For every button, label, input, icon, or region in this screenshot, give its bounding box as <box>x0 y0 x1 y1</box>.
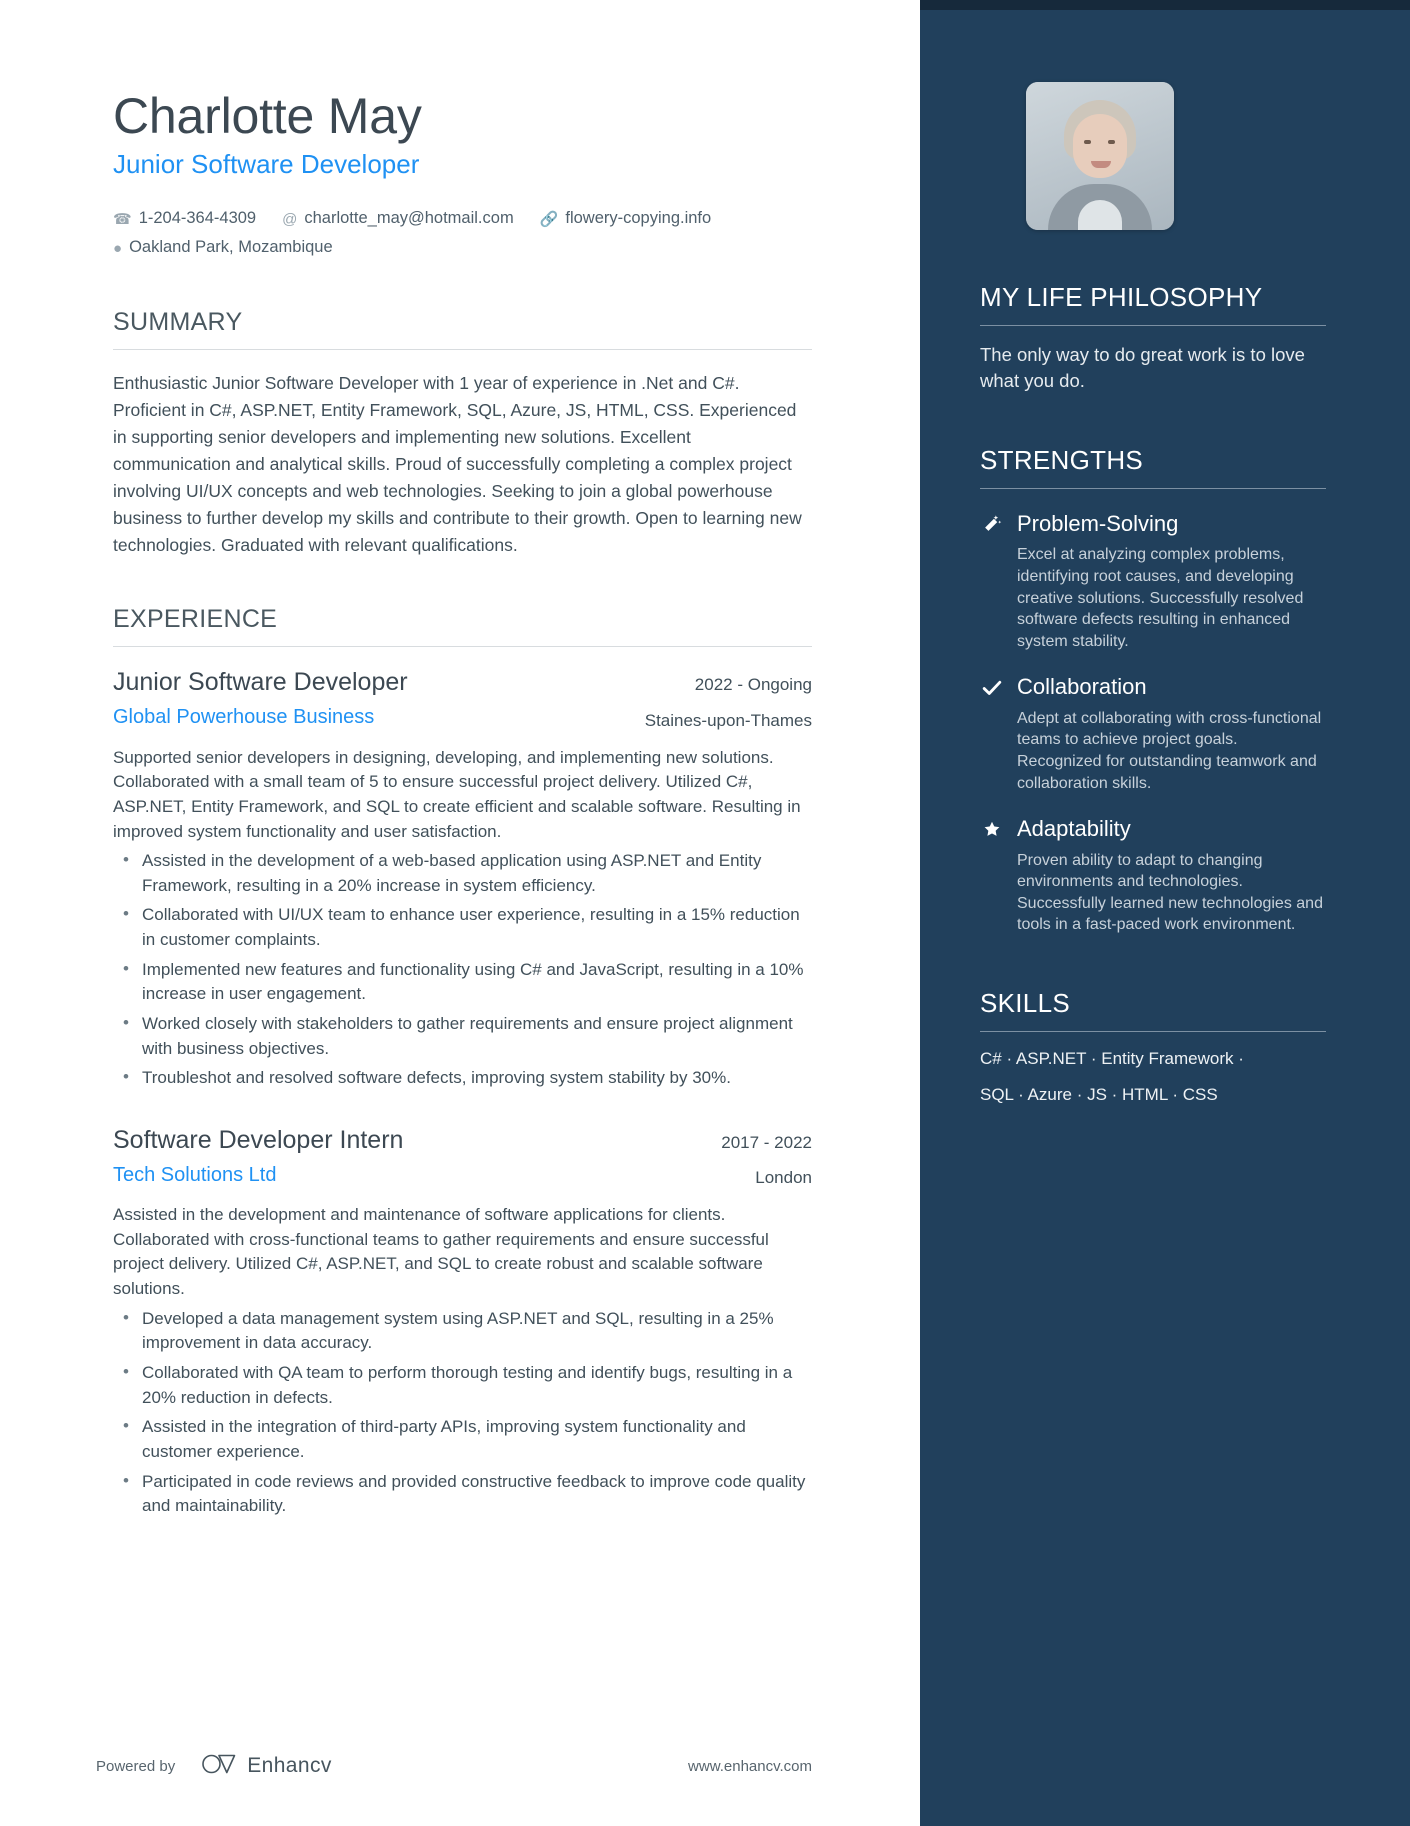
experience-entry-right: 2017 - 2022 London <box>644 1125 812 1189</box>
experience-heading: EXPERIENCE <box>113 605 278 634</box>
strength-item: Adaptability Proven ability to adapt to … <box>980 816 1326 936</box>
strength-name: Problem-Solving <box>1017 511 1179 537</box>
avatar-wrapper <box>980 82 1326 230</box>
page-title: Charlotte May <box>113 88 422 144</box>
strengths-heading: STRENGTHS <box>980 445 1144 476</box>
strength-item: Problem-Solving Excel at analyzing compl… <box>980 511 1326 652</box>
header-block: Charlotte May Junior Software Developer … <box>113 88 812 262</box>
at-icon: @ <box>282 210 298 228</box>
strength-item: Collaboration Adept at collaborating wit… <box>980 674 1326 794</box>
job-dates: 2022 - Ongoing <box>694 675 812 695</box>
contact-location: ● Oakland Park, Mozambique <box>113 233 333 262</box>
summary-heading: SUMMARY <box>113 307 243 336</box>
strength-name: Collaboration <box>1017 674 1147 700</box>
footer-left: Powered by Enhancv <box>96 1753 332 1779</box>
job-description: Supported senior developers in designing… <box>113 747 801 841</box>
job-dates: 2017 - 2022 <box>721 1132 812 1152</box>
experience-entry: Software Developer Intern Tech Solutions… <box>113 1125 812 1519</box>
contact-block: ☎ 1-204-364-4309 @ charlotte_may@hotmail… <box>113 204 812 262</box>
job-title: Junior Software Developer <box>113 668 408 697</box>
job-bullet: Assisted in the integration of third-par… <box>113 1414 812 1464</box>
job-bullet-list: Assisted in the development of a web-bas… <box>113 848 812 1091</box>
avatar-eye-left <box>1084 140 1091 144</box>
sidebar: MY LIFE PHILOSOPHY The only way to do gr… <box>920 0 1410 1826</box>
skills-line: C# · ASP.NET · Entity Framework · <box>980 1048 1244 1068</box>
job-description: Assisted in the development and maintena… <box>113 1205 769 1299</box>
experience-entry-left: Software Developer Intern Tech Solutions… <box>113 1125 644 1188</box>
job-role-subtitle: Junior Software Developer <box>113 149 420 179</box>
skills-divider <box>980 1030 1326 1032</box>
job-location: London <box>755 1168 812 1188</box>
skills-list: C# · ASP.NET · Entity Framework · SQL · … <box>980 1048 1326 1107</box>
job-title: Software Developer Intern <box>113 1125 404 1154</box>
contact-location-value: Oakland Park, Mozambique <box>129 237 333 256</box>
check-icon <box>980 676 1004 700</box>
job-bullet: Developed a data management system using… <box>113 1306 812 1356</box>
phone-icon: ☎ <box>113 210 132 228</box>
avatar <box>1026 82 1174 230</box>
philosophy-divider <box>980 325 1326 326</box>
enhancv-wordmark: Enhancv <box>247 1754 332 1777</box>
strengths-divider <box>980 488 1326 490</box>
strength-name: Adaptability <box>1017 816 1131 842</box>
map-pin-icon: ● <box>113 239 123 257</box>
section-experience: EXPERIENCE Junior Software Developer Glo… <box>113 605 812 1518</box>
philosophy-heading: MY LIFE PHILOSOPHY <box>980 282 1263 312</box>
footer-url[interactable]: www.enhancv.com <box>688 1758 812 1775</box>
magic-wand-icon <box>980 512 1004 536</box>
strength-header: Adaptability <box>980 816 1326 842</box>
job-company[interactable]: Global Powerhouse Business <box>113 704 626 730</box>
link-icon: 🔗 <box>539 210 559 228</box>
contact-website-value: flowery-copying.info <box>565 208 712 227</box>
page-footer: Powered by Enhancv www.enhancv.com <box>96 1746 812 1786</box>
experience-entry-header: Software Developer Intern Tech Solutions… <box>113 1125 812 1189</box>
star-icon <box>980 817 1004 841</box>
job-location: Staines-upon-Thames <box>644 710 812 730</box>
summary-text: Enthusiastic Junior Software Developer w… <box>113 372 802 556</box>
section-philosophy: MY LIFE PHILOSOPHY The only way to do gr… <box>980 282 1326 393</box>
summary-divider <box>113 348 812 350</box>
strength-header: Problem-Solving <box>980 511 1326 537</box>
strength-description: Excel at analyzing complex problems, ide… <box>1017 546 1304 650</box>
job-bullet: Worked closely with stakeholders to gath… <box>113 1011 812 1061</box>
job-bullet: Collaborated with UI/UX team to enhance … <box>113 902 812 952</box>
contact-email[interactable]: @ charlotte_may@hotmail.com <box>282 204 514 233</box>
enhancv-brand[interactable]: Enhancv <box>201 1753 332 1779</box>
job-bullet-list: Developed a data management system using… <box>113 1306 812 1519</box>
experience-entry: Junior Software Developer Global Powerho… <box>113 667 812 1091</box>
job-company[interactable]: Tech Solutions Ltd <box>113 1162 626 1188</box>
section-skills: SKILLS C# · ASP.NET · Entity Framework ·… <box>980 988 1326 1107</box>
job-bullet: Participated in code reviews and provide… <box>113 1469 812 1519</box>
skills-line: SQL · Azure · JS · HTML · CSS <box>980 1084 1218 1104</box>
contact-phone-value: 1-204-364-4309 <box>138 208 257 227</box>
experience-entry-right: 2022 - Ongoing Staines-upon-Thames <box>644 667 812 731</box>
experience-entry-left: Junior Software Developer Global Powerho… <box>113 667 644 730</box>
contact-email-value: charlotte_may@hotmail.com <box>304 208 514 227</box>
section-strengths: STRENGTHS Problem-Solving Excel at analy… <box>980 445 1326 936</box>
contact-phone[interactable]: ☎ 1-204-364-4309 <box>113 204 256 233</box>
skills-heading: SKILLS <box>980 987 1070 1018</box>
job-bullet: Troubleshot and resolved software defect… <box>113 1065 812 1091</box>
strength-header: Collaboration <box>980 674 1326 700</box>
avatar-eye-right <box>1108 140 1115 144</box>
contact-row-1: ☎ 1-204-364-4309 @ charlotte_may@hotmail… <box>113 204 812 233</box>
contact-website[interactable]: 🔗 flowery-copying.info <box>540 204 712 233</box>
job-bullet: Assisted in the development of a web-bas… <box>113 848 812 898</box>
avatar-face <box>1073 114 1127 178</box>
strength-description: Adept at collaborating with cross-functi… <box>1017 709 1322 792</box>
powered-by-label: Powered by <box>96 1757 176 1775</box>
enhancv-logo-icon <box>201 1753 237 1779</box>
job-bullet: Collaborated with QA team to perform tho… <box>113 1360 812 1410</box>
main-column: Charlotte May Junior Software Developer … <box>0 0 920 1826</box>
resume-page: Charlotte May Junior Software Developer … <box>0 0 1410 1826</box>
strength-description: Proven ability to adapt to changing envi… <box>1017 851 1323 934</box>
experience-divider <box>113 646 812 648</box>
section-summary: SUMMARY Enthusiastic Junior Software Dev… <box>113 308 812 560</box>
job-bullet: Implemented new features and functionali… <box>113 957 812 1007</box>
philosophy-quote: The only way to do great work is to love… <box>980 344 1305 391</box>
contact-row-2: ● Oakland Park, Mozambique <box>113 233 812 262</box>
experience-entry-header: Junior Software Developer Global Powerho… <box>113 667 812 731</box>
